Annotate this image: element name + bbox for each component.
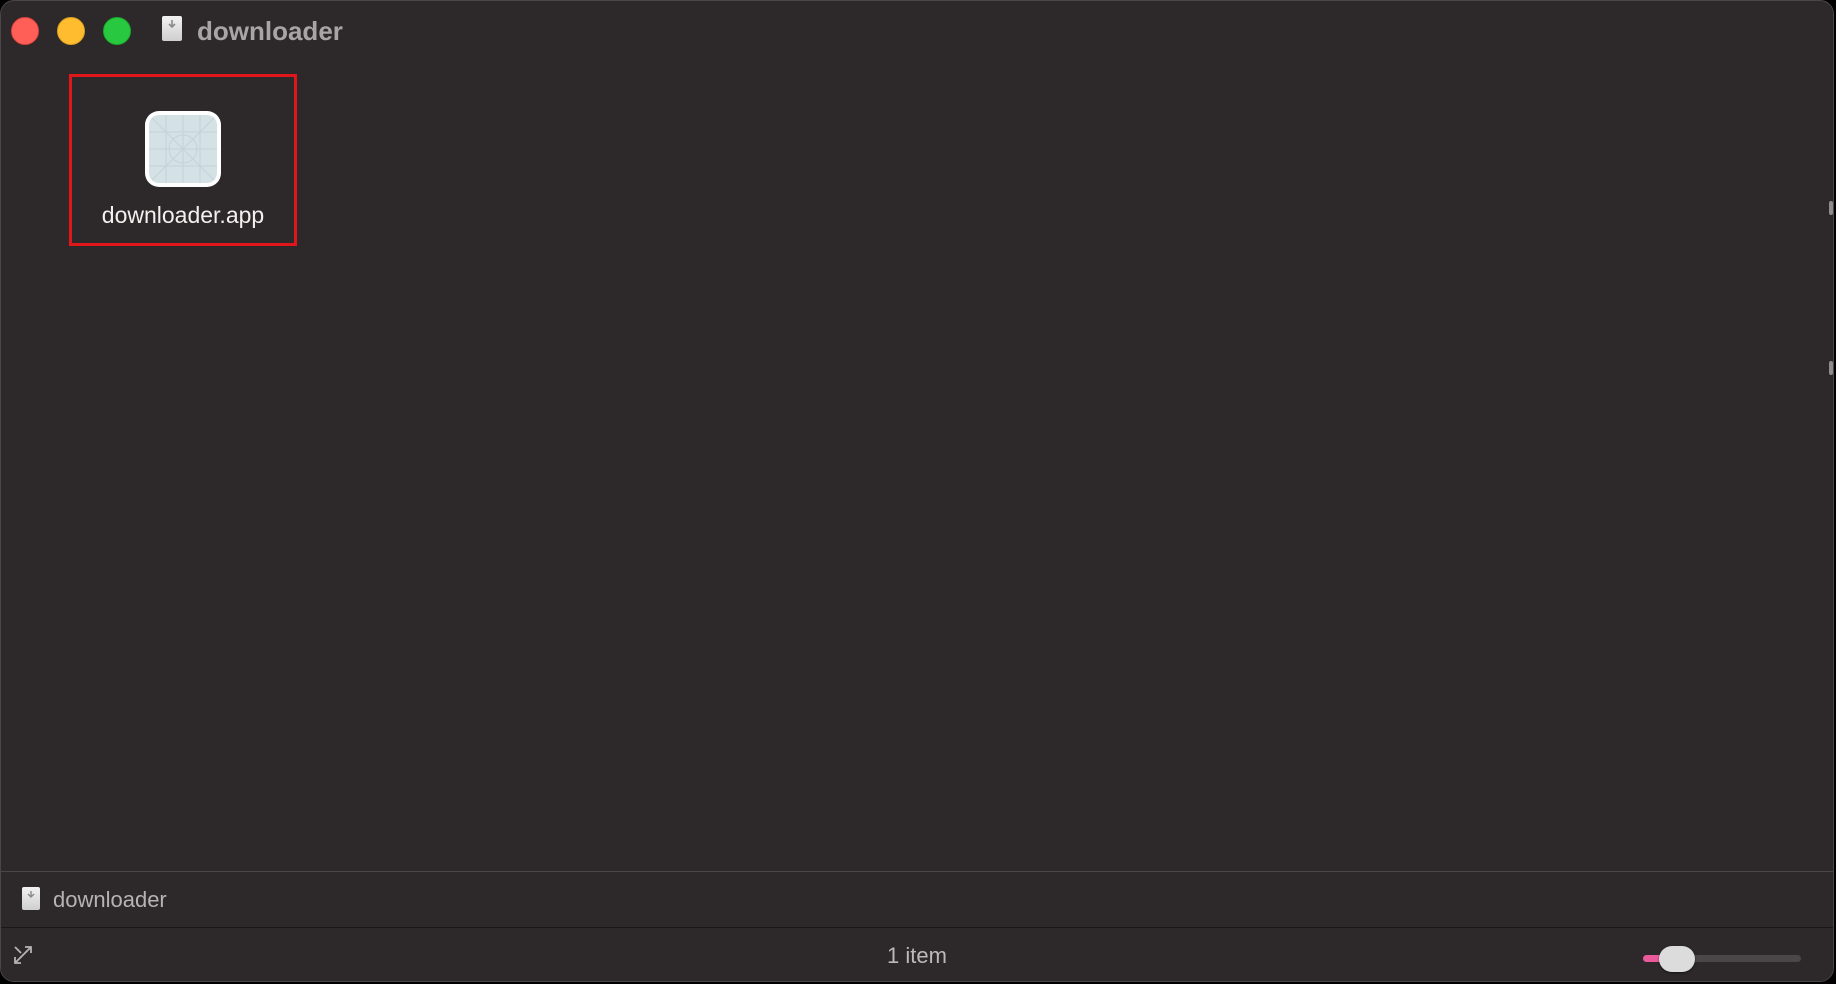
path-item-downloader[interactable]: downloader: [53, 886, 167, 914]
window-title: downloader: [197, 16, 343, 46]
item-count: 1 item: [887, 943, 947, 968]
slider-knob[interactable]: [1659, 946, 1695, 972]
finder-window: downloader downloader.app downloader 1 i…: [0, 0, 1834, 982]
path-bar: downloader: [1, 871, 1833, 927]
zoom-button[interactable]: [103, 17, 131, 45]
app-icon[interactable]: [145, 111, 221, 187]
close-button[interactable]: [11, 17, 39, 45]
status-bar: 1 item: [1, 927, 1833, 981]
file-name-label[interactable]: downloader.app: [72, 201, 294, 229]
icon-size-slider[interactable]: [1641, 946, 1803, 972]
disk-image-icon: [22, 887, 40, 910]
icon-view[interactable]: downloader.app: [1, 61, 1833, 871]
file-item-downloader-app[interactable]: downloader.app: [69, 74, 297, 246]
title-bar[interactable]: downloader: [1, 1, 1833, 61]
minimize-button[interactable]: [57, 17, 85, 45]
disk-image-icon: [162, 16, 182, 41]
window-edge-marks: [1829, 201, 1833, 391]
